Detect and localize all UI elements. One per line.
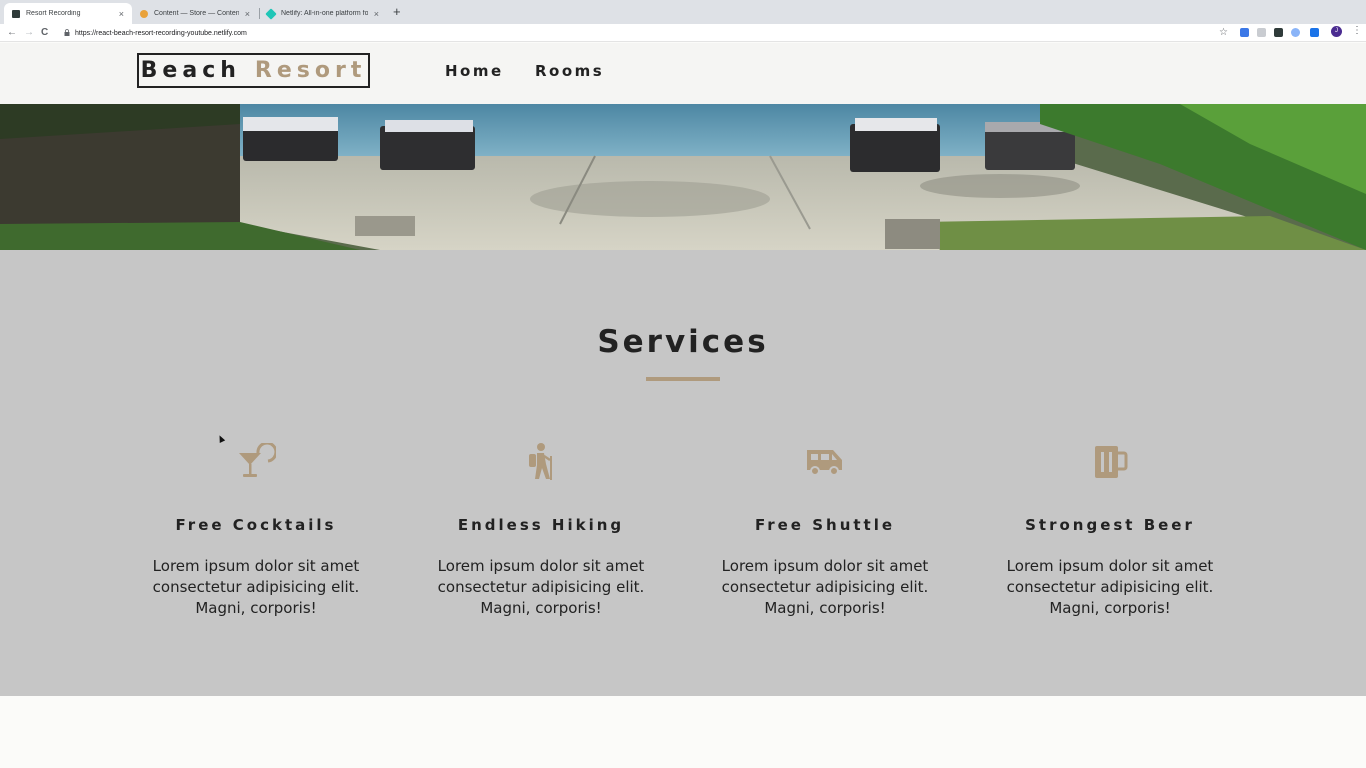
site-navbar: Beach Resort Home Rooms — [0, 43, 1366, 104]
close-icon[interactable]: × — [245, 9, 250, 19]
reload-icon[interactable]: C — [41, 26, 48, 40]
close-icon[interactable]: × — [119, 9, 124, 19]
service-text: Lorem ipsum dolor sit amet consectetur a… — [1006, 557, 1214, 617]
nav-link-home[interactable]: Home — [445, 62, 504, 80]
services-section: Services Free Cocktails Lorem ipsum dolo… — [0, 250, 1366, 696]
extension-icon[interactable] — [1257, 28, 1266, 37]
title-underline — [646, 377, 720, 381]
service-title: Strongest Beer — [1025, 516, 1195, 534]
service-text: Lorem ipsum dolor sit amet consectetur a… — [437, 557, 645, 617]
tab-resort-recording[interactable]: Resort Recording × — [4, 3, 132, 24]
service-title: Endless Hiking — [457, 516, 625, 534]
next-section — [0, 696, 1366, 768]
hiking-icon — [411, 440, 671, 484]
back-icon[interactable]: ← — [7, 26, 17, 40]
new-tab-button[interactable]: + — [393, 5, 401, 19]
service-title: Free Shuttle — [754, 516, 896, 534]
profile-avatar[interactable]: J — [1331, 26, 1342, 37]
tab-title: Content — Store — Contentful — [154, 10, 239, 17]
address-bar[interactable]: https://react-beach-resort-recording-you… — [58, 26, 1228, 40]
service-title: Free Cocktails — [175, 516, 337, 534]
tab-favicon — [265, 7, 277, 20]
service-card: Endless Hiking Lorem ipsum dolor sit ame… — [411, 440, 671, 619]
bookmark-star-icon[interactable]: ☆ — [1219, 26, 1228, 40]
cocktail-icon — [126, 440, 386, 484]
shuttle-icon — [695, 440, 955, 484]
browser-toolbar: ← → C https://react-beach-resort-recordi… — [0, 24, 1366, 42]
services-title: Services — [597, 324, 769, 360]
extension-icon[interactable] — [1310, 28, 1319, 37]
pool-deck-photo — [0, 104, 1366, 250]
service-card: Free Shuttle Lorem ipsum dolor sit amet … — [695, 440, 955, 619]
tab-contentful[interactable]: Content — Store — Contentful × — [132, 3, 258, 24]
browser-menu-icon[interactable]: ⋮ — [1352, 25, 1362, 36]
extension-iq-icon[interactable] — [1240, 28, 1249, 37]
logo-word-beach: Beach — [140, 58, 241, 83]
beer-icon — [980, 440, 1240, 484]
hero-image — [0, 104, 1366, 250]
tab-title: Netlify: All-in-one platform for — [281, 10, 368, 17]
service-card: Free Cocktails Lorem ipsum dolor sit ame… — [126, 440, 386, 619]
service-text: Lorem ipsum dolor sit amet consectetur a… — [721, 557, 929, 617]
browser-tabstrip: Resort Recording × Content — Store — Con… — [0, 0, 1366, 24]
lock-icon — [64, 28, 70, 38]
site-logo[interactable]: Beach Resort — [137, 53, 370, 88]
logo-word-resort: Resort — [254, 58, 367, 83]
extension-icon[interactable] — [1291, 28, 1300, 37]
extension-icon[interactable] — [1274, 28, 1283, 37]
url-text: https://react-beach-resort-recording-you… — [75, 29, 247, 37]
tab-title: Resort Recording — [26, 10, 81, 17]
service-card: Strongest Beer Lorem ipsum dolor sit ame… — [980, 440, 1240, 619]
forward-icon[interactable]: → — [24, 26, 34, 40]
nav-link-rooms[interactable]: Rooms — [535, 62, 604, 80]
close-icon[interactable]: × — [374, 9, 379, 19]
tab-favicon — [140, 9, 148, 18]
tab-netlify[interactable]: Netlify: All-in-one platform for × — [259, 3, 387, 24]
service-text: Lorem ipsum dolor sit amet consectetur a… — [152, 557, 360, 617]
tab-favicon — [12, 9, 20, 18]
